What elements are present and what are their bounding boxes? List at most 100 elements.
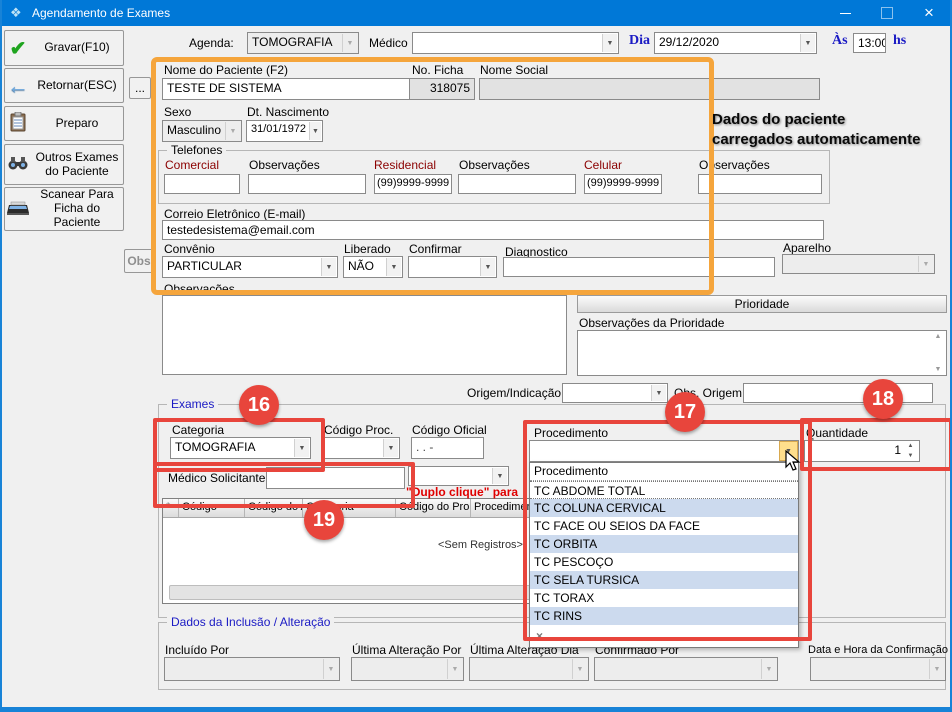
residencial-label: Residencial — [374, 158, 436, 172]
diagnostico-input[interactable] — [503, 257, 775, 277]
callout-18: 18 — [863, 379, 903, 419]
convenio-combo[interactable]: PARTICULAR ▼ — [162, 256, 338, 278]
obs-button-label: Obs — [127, 254, 150, 268]
inclusao-group-label: Dados da Inclusão / Alteração — [167, 615, 334, 629]
nome-social-label: Nome Social — [480, 63, 548, 77]
list-item[interactable]: TC TORAX — [530, 589, 798, 607]
quantidade-stepper[interactable]: 1 ▲ ▼ — [804, 440, 920, 462]
duplo-clique-hint: "Duplo clique" para — [406, 485, 532, 499]
outros-exames-button[interactable]: Outros Exames do Paciente — [4, 144, 124, 185]
scroll-down-icon[interactable]: ▼ — [935, 366, 942, 373]
list-item[interactable]: TC ORBITA — [530, 535, 798, 553]
retornar-button[interactable]: ← Retornar(ESC) — [4, 68, 124, 103]
annotation-text: Dados do paciente carregados automaticam… — [712, 110, 920, 149]
observacoes-label: Observações — [164, 282, 235, 296]
nome-paciente-label: Nome do Paciente (F2) — [164, 63, 288, 77]
scanner-icon — [5, 199, 31, 220]
ult-alt-por-combo[interactable]: ▼ — [351, 657, 464, 681]
quantidade-label: Quantidade — [806, 426, 868, 440]
codigo-oficial-input[interactable]: . . - — [411, 437, 484, 459]
list-item[interactable]: TC FACE OU SEIOS DA FACE — [530, 517, 798, 535]
obs2-input[interactable] — [458, 174, 576, 194]
observacoes-textarea[interactable] — [162, 295, 567, 375]
grid-col-codigo[interactable]: Código — [179, 499, 245, 517]
categoria-value: TOMOGRAFIA — [175, 440, 255, 454]
aparelho-combo[interactable]: ▼ — [782, 254, 935, 274]
chevron-down-icon: ▼ — [294, 439, 309, 457]
preparo-label: Preparo — [31, 117, 123, 131]
dia-combo[interactable]: 29/12/2020 ▼ — [654, 32, 817, 54]
obs3-input[interactable] — [698, 174, 822, 194]
liberado-combo[interactable]: NÃO ▼ — [343, 256, 403, 278]
chevron-down-icon: ▼ — [929, 659, 944, 679]
chevron-down-icon: ▼ — [651, 385, 666, 401]
hs-label: hs — [893, 33, 906, 49]
chevron-down-icon: ▼ — [342, 34, 357, 52]
categoria-combo[interactable]: TOMOGRAFIA ▼ — [170, 437, 311, 459]
app-window: ❖ Agendamento de Exames × Agenda: TOMOGR… — [0, 0, 952, 712]
comercial-input[interactable] — [164, 174, 240, 194]
medico-solicitante-input[interactable] — [266, 467, 405, 489]
confirmar-combo[interactable]: ▼ — [408, 256, 497, 278]
medico-combo[interactable]: ▼ — [412, 32, 619, 54]
annotation-line1: Dados do paciente — [712, 110, 920, 130]
ult-alt-dia-combo[interactable]: ▼ — [469, 657, 589, 681]
scanear-button[interactable]: Scanear Para Ficha do Paciente — [4, 187, 124, 231]
obs-prioridade-textarea[interactable]: ▲ ▼ — [577, 330, 947, 376]
list-item[interactable]: TC PESCOÇO — [530, 553, 798, 571]
sexo-value: Masculino — [167, 123, 221, 137]
incluido-por-combo[interactable]: ▼ — [164, 657, 340, 681]
scanear-label: Scanear Para Ficha do Paciente — [31, 188, 123, 229]
filter-close-icon[interactable]: × — [536, 629, 543, 643]
minimize-button[interactable] — [824, 0, 866, 26]
data-hora-combo[interactable]: ▼ — [810, 657, 946, 681]
ult-alt-por-label: Última Alteração Por — [352, 643, 461, 657]
ficha-field: 318075 — [409, 78, 475, 100]
time-input[interactable]: 13:00 — [853, 33, 886, 53]
ellipsis-icon: ... — [135, 81, 145, 95]
close-button[interactable]: × — [908, 0, 950, 26]
sexo-combo[interactable]: Masculino ▼ — [162, 120, 242, 142]
nome-paciente-input[interactable]: TESTE DE SISTEMA — [162, 78, 414, 100]
chevron-down-icon: ▼ — [492, 468, 507, 484]
callout-17: 17 — [665, 392, 705, 432]
list-item[interactable]: TC RINS — [530, 607, 798, 625]
maximize-button[interactable] — [866, 0, 908, 26]
list-item[interactable]: TC COLUNA CERVICAL — [530, 499, 798, 517]
procedimento-label: Procedimento — [534, 426, 608, 440]
list-item[interactable]: TC ABDOME TOTAL — [530, 481, 798, 499]
nascimento-combo[interactable]: 31/01/1972 ▼ — [246, 120, 323, 142]
scroll-up-icon[interactable]: ▲ — [935, 333, 942, 340]
email-input[interactable]: testedesistema@email.com — [162, 220, 824, 240]
grid-col-codigo-pro[interactable]: Código do Pro — [396, 499, 471, 517]
obs-button[interactable]: Obs — [124, 249, 154, 273]
chevron-down-icon: ▼ — [225, 122, 240, 140]
preparo-button[interactable]: Preparo — [4, 106, 124, 141]
callout-19: 19 — [304, 500, 344, 540]
codigo-proc-combo[interactable]: ▼ — [323, 437, 400, 459]
spin-down-icon[interactable]: ▼ — [908, 453, 914, 459]
list-item[interactable]: TC SELA TURSICA — [530, 571, 798, 589]
confirmado-por-combo[interactable]: ▼ — [594, 657, 778, 681]
nascimento-value: 31/01/1972 — [251, 123, 306, 135]
codigo-oficial-label: Código Oficial — [412, 423, 487, 437]
procedimento-combo[interactable] — [529, 440, 799, 462]
grid-col-codigo-do-a[interactable]: Código do A — [245, 499, 303, 517]
obs-origem-input[interactable] — [743, 383, 933, 403]
more-button[interactable]: ... — [129, 77, 151, 99]
gravar-button[interactable]: ✔ Gravar(F10) — [4, 30, 124, 66]
medico-solicitante-combo[interactable]: ▼ — [408, 466, 509, 486]
celular-input[interactable]: (99)9999-9999 — [584, 174, 662, 194]
agenda-combo[interactable]: TOMOGRAFIA ▼ — [247, 32, 359, 54]
residencial-input[interactable]: (99)9999-9999 — [374, 174, 452, 194]
prioridade-header-label: Prioridade — [735, 297, 790, 311]
origem-combo[interactable]: ▼ — [562, 383, 668, 403]
chevron-down-icon: ▼ — [321, 258, 336, 276]
procedimento-dropdown-button[interactable]: ▼ — [779, 441, 798, 461]
back-arrow-icon: ← — [5, 73, 31, 99]
chevron-down-icon: ▼ — [918, 256, 933, 272]
window-title: Agendamento de Exames — [32, 6, 170, 20]
spin-up-icon[interactable]: ▲ — [908, 443, 914, 449]
liberado-value: NÃO — [348, 259, 374, 273]
obs1-input[interactable] — [248, 174, 366, 194]
